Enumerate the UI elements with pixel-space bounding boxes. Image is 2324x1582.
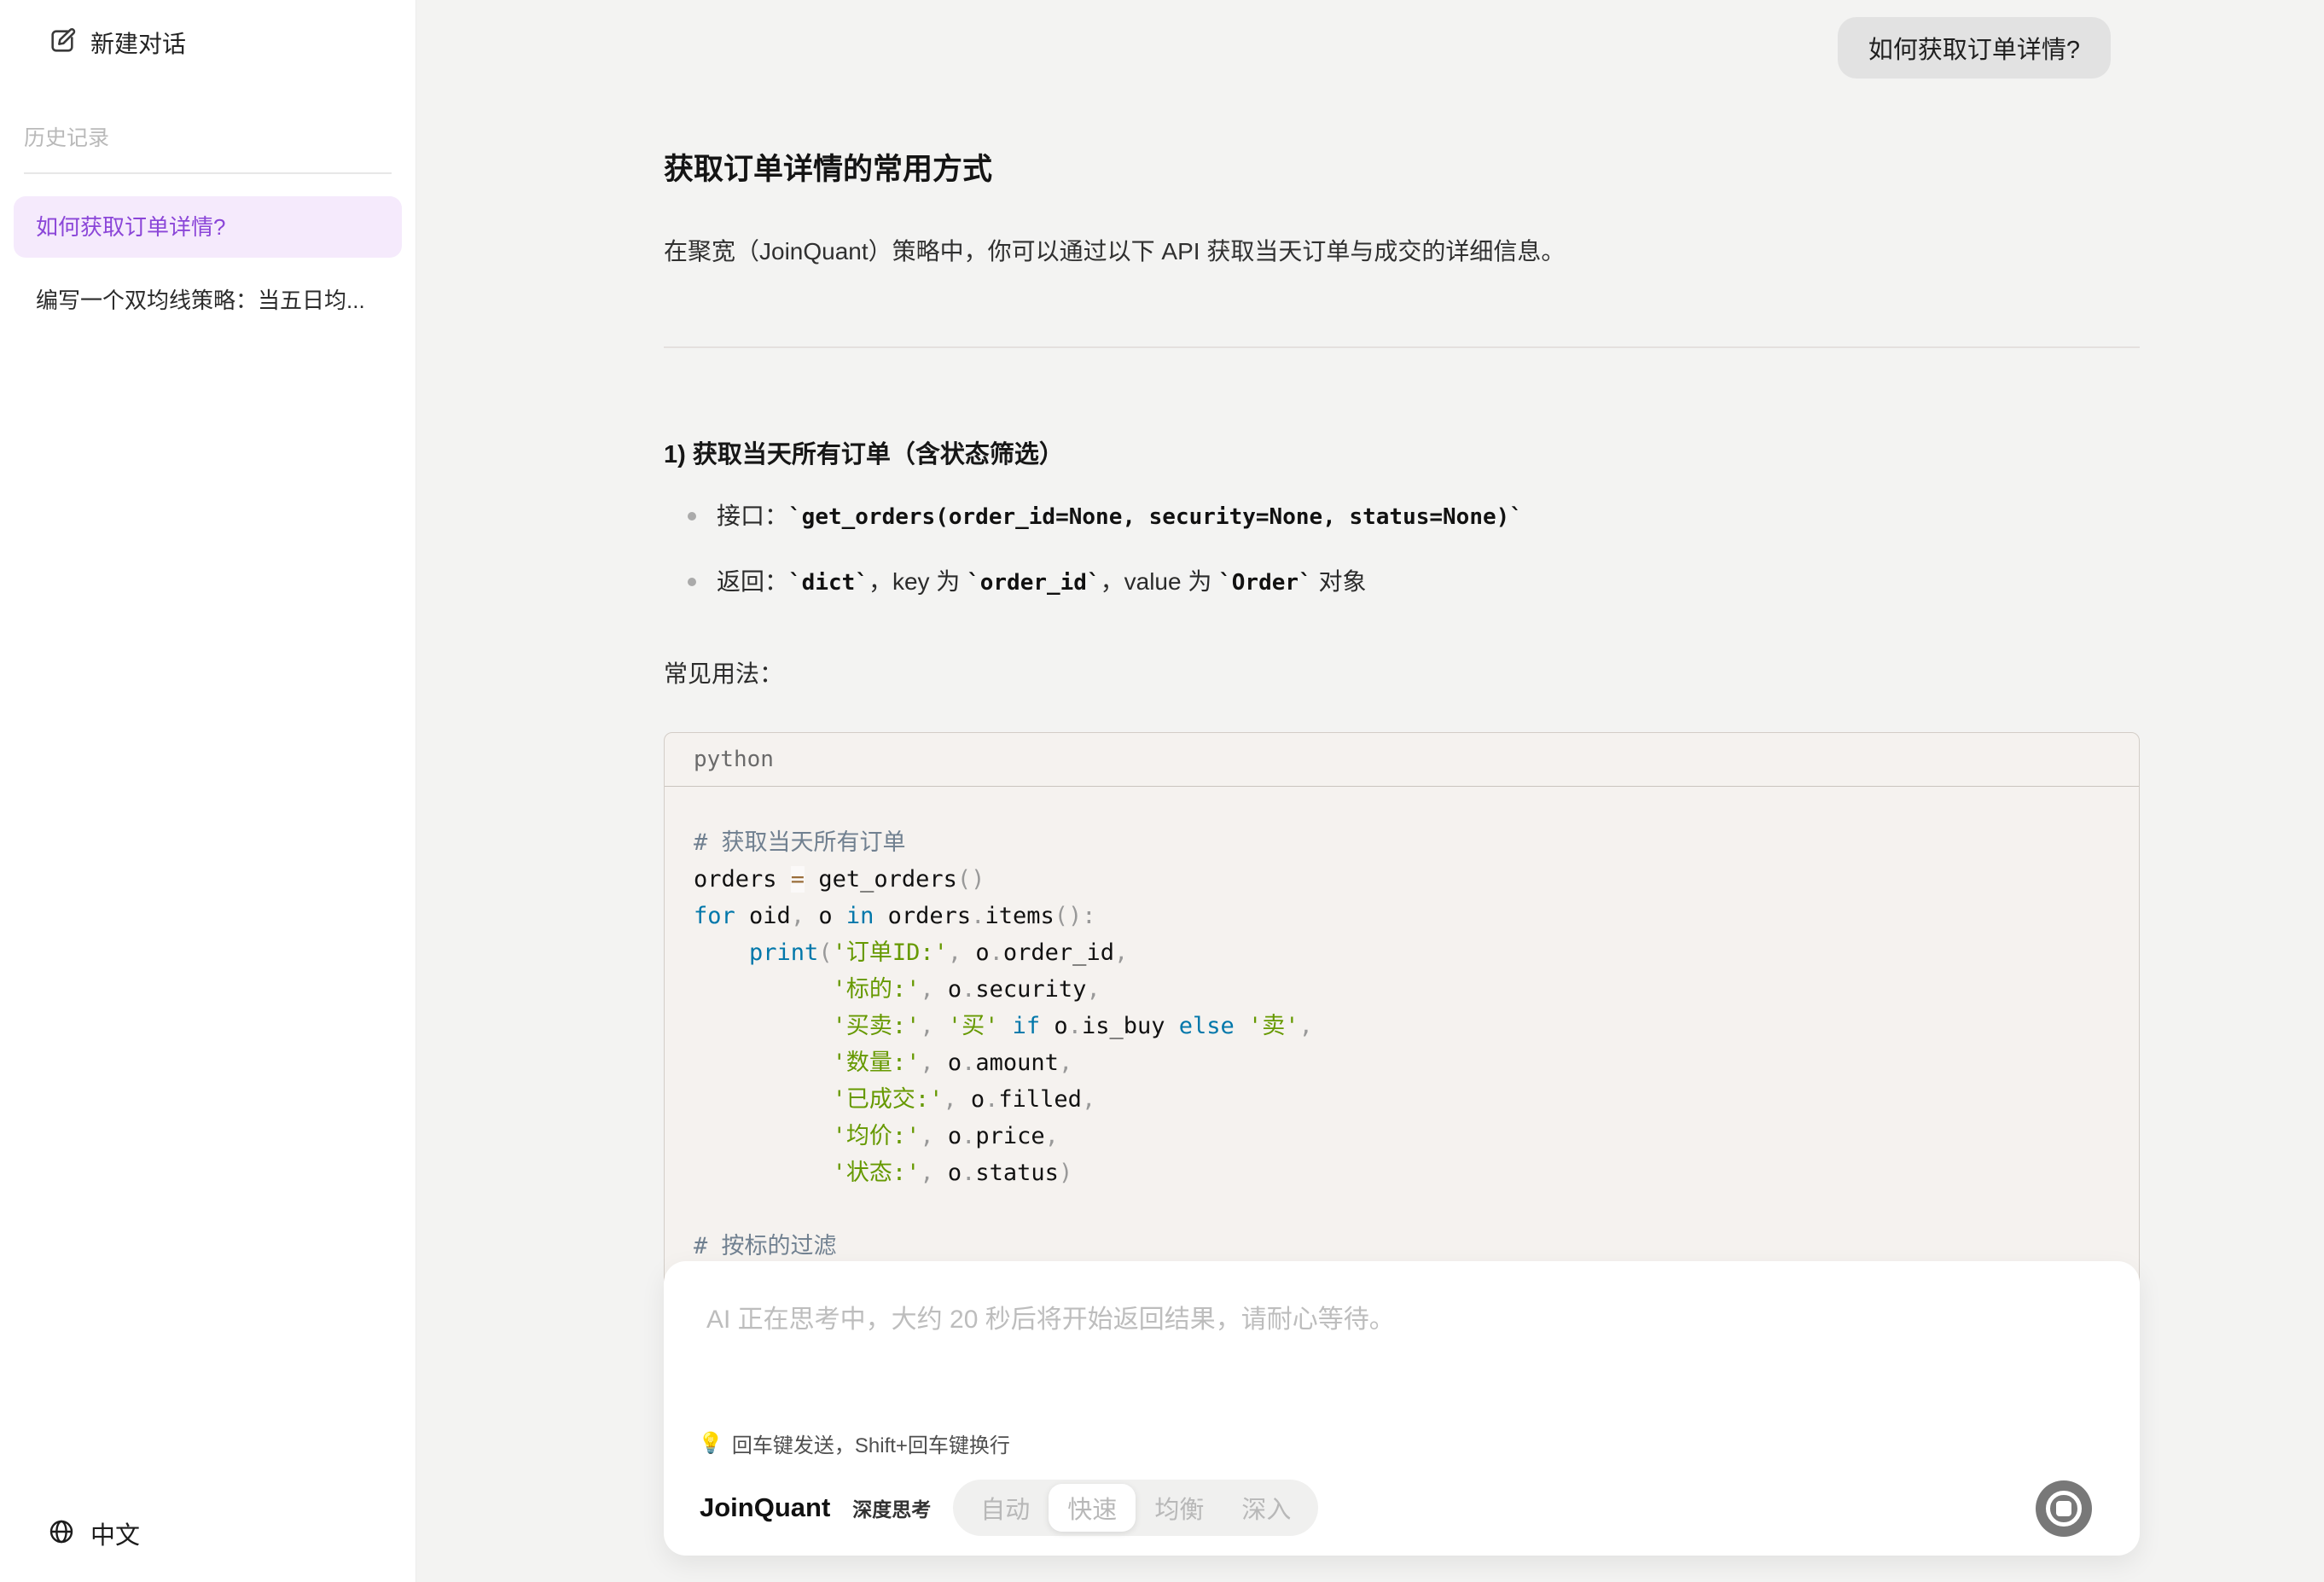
section-divider (664, 346, 2140, 348)
inline-code: `order_id` (967, 570, 1101, 596)
bullet-return-value: 返回：`dict`，key 为 `order_id`，value 为 `Orde… (664, 564, 2140, 601)
code-line: for oid, o in orders.items(): (694, 898, 2110, 934)
language-switch[interactable]: 中文 (48, 1515, 140, 1551)
code-line: print('订单ID:', o.order_id, (694, 934, 2110, 971)
mode-option-3[interactable]: 深入 (1223, 1484, 1310, 1532)
code-language-label: python (665, 733, 2139, 787)
section-title: 1) 获取当天所有订单（含状态筛选） (664, 437, 2140, 473)
bullet-api-signature: 接口：`get_orders(order_id=None, security=N… (664, 498, 2140, 535)
composer-tip: 💡 回车键发送，Shift+回车键换行 (698, 1428, 2140, 1458)
mode-option-0[interactable]: 自动 (962, 1484, 1049, 1532)
code-line: '买卖:', '买' if o.is_buy else '卖', (694, 1008, 2110, 1044)
bullet-text: 接口： (717, 503, 788, 529)
bullet-text: 对象 (1312, 568, 1367, 595)
bullet-text: ，key 为 (869, 568, 967, 595)
lightbulb-icon: 💡 (698, 1431, 723, 1456)
code-line: orders = get_orders() (694, 861, 2110, 898)
code-line: # 获取当天所有订单 (694, 824, 2110, 861)
usage-label: 常见用法： (664, 655, 2140, 689)
code-line: '标的:', o.security, (694, 971, 2110, 1008)
code-line: '数量:', o.amount, (694, 1044, 2110, 1081)
brand-label: JoinQuant (700, 1492, 830, 1523)
sidebar: 新建对话 历史记录 如何获取订单详情? 编写一个双均线策略：当五日均... 中文 (0, 0, 416, 1582)
stop-generating-button[interactable] (2036, 1480, 2092, 1537)
inline-code: `Order` (1218, 570, 1312, 596)
chat-content: 如何获取订单详情? 获取订单详情的常用方式 在聚宽（JoinQuant）策略中，… (664, 0, 2140, 1340)
code-line: '状态:', o.status) (694, 1155, 2110, 1191)
chat-main: 如何获取订单详情? 获取订单详情的常用方式 在聚宽（JoinQuant）策略中，… (417, 0, 2324, 1582)
bullet-text: ，value 为 (1101, 568, 1219, 595)
stop-icon (2046, 1491, 2082, 1527)
new-chat-label: 新建对话 (90, 26, 186, 60)
answer-title: 获取订单详情的常用方式 (664, 150, 2140, 189)
inline-code: `dict` (788, 570, 869, 596)
deep-think-label[interactable]: 深度思考 (852, 1493, 931, 1522)
inline-code: `get_orders(order_id=None, security=None… (788, 504, 1523, 530)
language-label: 中文 (90, 1515, 140, 1551)
sidebar-divider (24, 172, 392, 174)
code-line: '均价:', o.price, (694, 1118, 2110, 1155)
code-line (694, 1191, 2110, 1228)
compose-edit-icon (48, 26, 77, 60)
code-block: python # 获取当天所有订单orders = get_orders()fo… (664, 732, 2140, 1340)
code-line: # 按标的过滤 (694, 1228, 2110, 1265)
history-list: 如何获取订单详情? 编写一个双均线策略：当五日均... (0, 196, 415, 331)
mode-option-2[interactable]: 均衡 (1136, 1484, 1223, 1532)
bullet-text: 返回： (717, 568, 788, 595)
user-message-bubble: 如何获取订单详情? (1838, 17, 2111, 79)
user-message-row: 如何获取订单详情? (664, 17, 2111, 79)
mode-option-1[interactable]: 快速 (1049, 1484, 1136, 1532)
api-bullet-list: 接口：`get_orders(order_id=None, security=N… (664, 498, 2140, 601)
answer-intro: 在聚宽（JoinQuant）策略中，你可以通过以下 API 获取当天订单与成交的… (664, 234, 2140, 270)
history-item-0[interactable]: 如何获取订单详情? (14, 196, 402, 258)
composer-bottom-bar: JoinQuant 深度思考 自动快速均衡深入 (700, 1479, 2104, 1537)
history-item-1[interactable]: 编写一个双均线策略：当五日均... (14, 270, 402, 331)
code-body: # 获取当天所有订单orders = get_orders()for oid, … (665, 787, 2139, 1339)
composer-input[interactable]: AI 正在思考中，大约 20 秒后将开始返回结果，请耐心等待。 (706, 1302, 2097, 1405)
mode-segmented-control: 自动快速均衡深入 (953, 1480, 1318, 1536)
history-section-label: 历史记录 (24, 121, 415, 152)
new-chat-button[interactable]: 新建对话 (48, 26, 415, 60)
globe-icon (48, 1518, 75, 1550)
composer-panel: AI 正在思考中，大约 20 秒后将开始返回结果，请耐心等待。 💡 回车键发送，… (664, 1261, 2140, 1556)
composer-tip-text: 回车键发送，Shift+回车键换行 (732, 1428, 1010, 1458)
code-line: '已成交:', o.filled, (694, 1081, 2110, 1118)
